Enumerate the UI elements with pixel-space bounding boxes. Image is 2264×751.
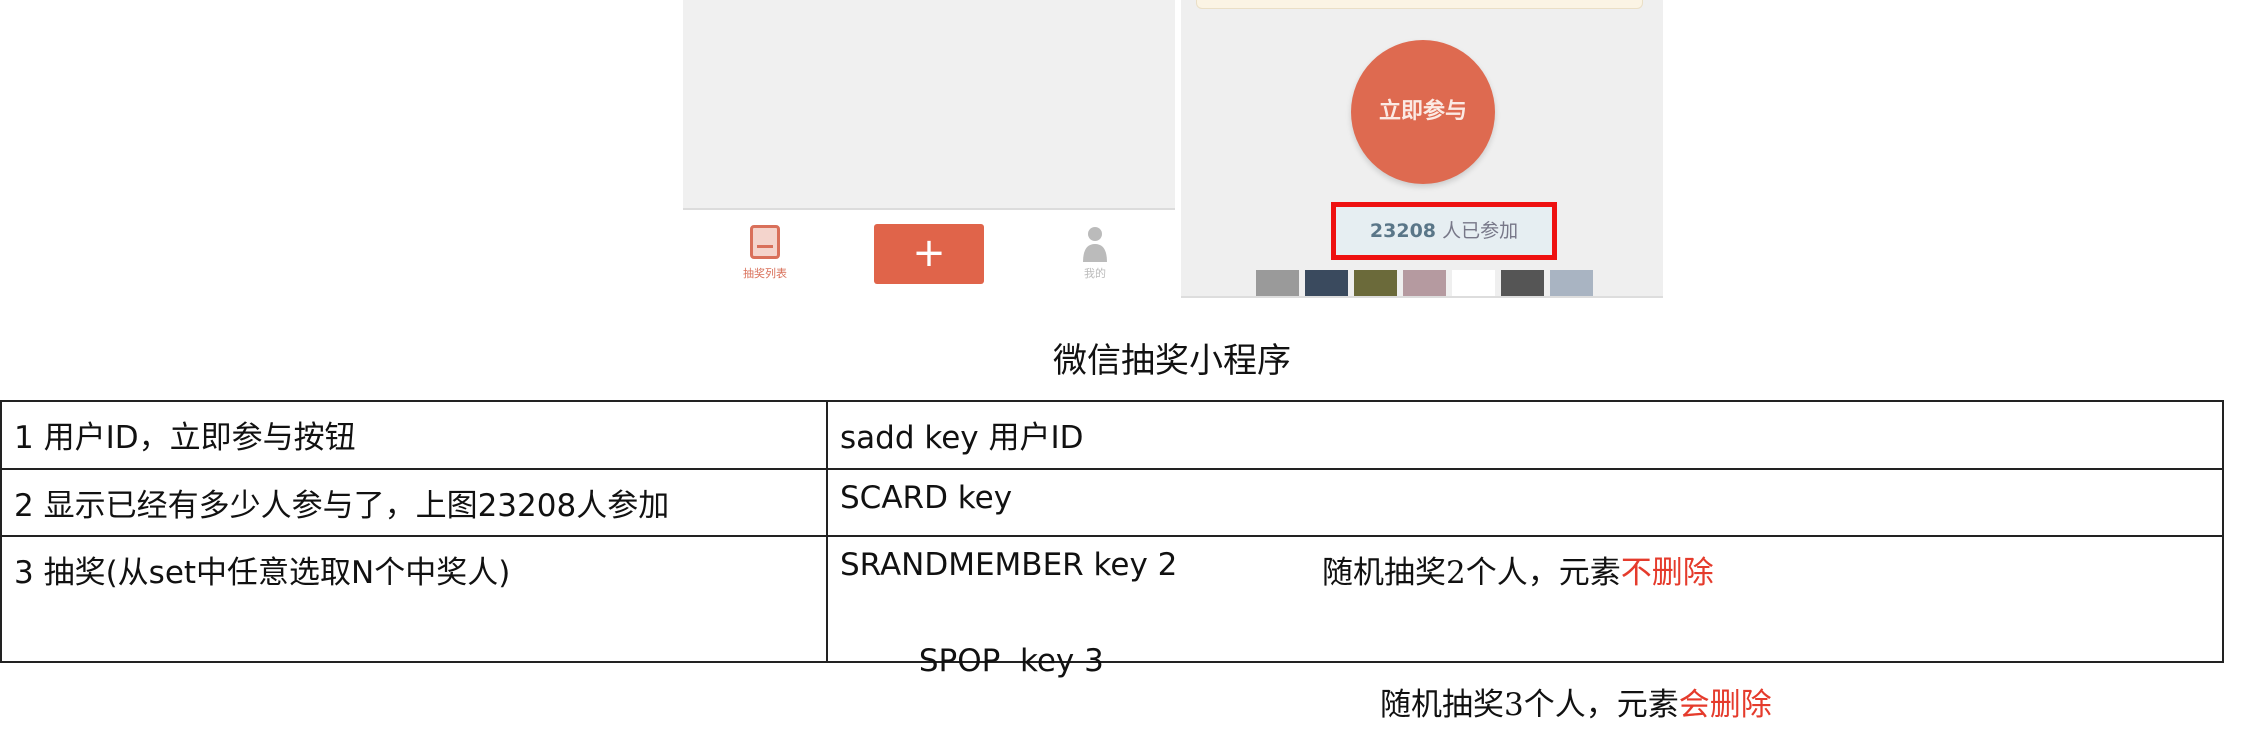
avatar-list	[1256, 270, 1593, 296]
table-row: 2 显示已经有多少人参与了，上图23208人参加 SCARD key	[0, 468, 2224, 537]
avatar[interactable]	[1403, 270, 1446, 296]
participant-count: 23208	[1369, 220, 1437, 242]
table-row: 1 用户ID，立即参与按钮 sadd key 用户ID	[0, 400, 2224, 470]
note-text: 随机抽奖2个人，元素	[1322, 555, 1621, 591]
row-cmd: sadd key 用户ID	[826, 400, 2224, 470]
note-red: 会删除	[1678, 687, 1772, 723]
participant-suffix: 人已参加	[1442, 220, 1519, 242]
avatar[interactable]	[1550, 270, 1593, 296]
participant-count-highlight: 23208 人已参加	[1331, 202, 1557, 260]
person-icon[interactable]	[1083, 226, 1107, 262]
note-red: 不删除	[1620, 555, 1714, 591]
list-icon[interactable]	[750, 225, 780, 259]
nav-label-me: 我的	[1084, 267, 1106, 280]
info-card	[1196, 0, 1643, 9]
command-table: 1 用户ID，立即参与按钮 sadd key 用户ID 2 显示已经有多少人参与…	[0, 400, 2224, 723]
add-button[interactable]: +	[874, 224, 984, 284]
note-text: 随机抽奖3个人，元素	[1380, 687, 1679, 723]
row-cmd: SCARD key	[826, 468, 2224, 537]
figure-caption: 微信抽奖小程序	[1053, 341, 1291, 381]
row-desc: 3 抽奖(从set中任意选取N个中奖人)	[0, 535, 828, 663]
avatar[interactable]	[1354, 270, 1397, 296]
join-button[interactable]: 立即参与	[1351, 40, 1495, 184]
content-area	[683, 0, 1175, 210]
cmd-line: SRANDMEMBER key 2 随机抽奖2个人，元素不删除	[840, 547, 2210, 607]
cmd-note: 随机抽奖2个人，元素不删除	[1322, 547, 1714, 592]
row-cmd-lines: SRANDMEMBER key 2 随机抽奖2个人，元素不删除 SPOP key…	[826, 535, 2224, 723]
cmd-note: 随机抽奖3个人，元素会删除	[1380, 679, 1772, 724]
row-desc: 1 用户ID，立即参与按钮	[0, 400, 828, 470]
avatar[interactable]	[1452, 270, 1495, 296]
table-row: 3 抽奖(从set中任意选取N个中奖人) SRANDMEMBER key 2 随…	[0, 535, 2224, 723]
cmd-spop: SPOP key 3	[918, 643, 1104, 679]
nav-label-list: 抽奖列表	[743, 267, 787, 280]
cmd-line: SPOP key 3 随机抽奖3个人，元素会删除	[840, 607, 2210, 723]
avatar[interactable]	[1501, 270, 1544, 296]
cmd-srandmember: SRANDMEMBER key 2	[840, 547, 1178, 583]
avatar[interactable]	[1256, 270, 1299, 296]
row-desc: 2 显示已经有多少人参与了，上图23208人参加	[0, 468, 828, 537]
app-screenshot-list: 抽奖列表 + 我的	[683, 0, 1175, 296]
app-screenshot-detail: 立即参与 23208 人已参加	[1181, 0, 1663, 298]
avatar[interactable]	[1305, 270, 1348, 296]
